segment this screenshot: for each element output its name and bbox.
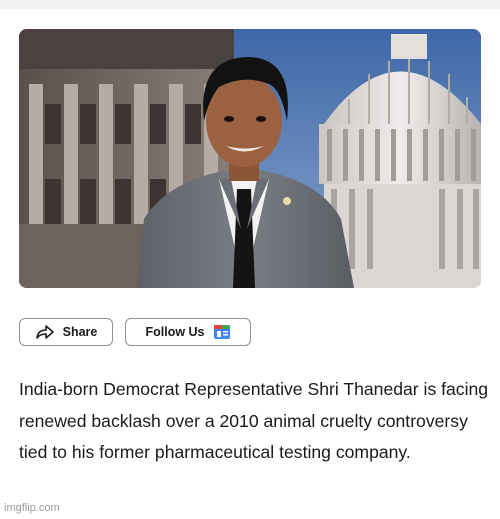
capitol-backdrop-image [19, 29, 481, 288]
share-button[interactable]: Share [19, 318, 113, 346]
follow-us-button[interactable]: Follow Us [125, 318, 251, 346]
top-strip [0, 0, 500, 9]
follow-us-label: Follow Us [145, 325, 205, 339]
article-headline: India-born Democrat Representative Shri … [19, 379, 489, 462]
google-news-icon [213, 324, 231, 340]
share-arrow-icon [35, 324, 55, 340]
share-label: Share [62, 325, 98, 339]
hero-image [19, 29, 481, 288]
imgflip-watermark: imgflip.com [4, 502, 60, 514]
